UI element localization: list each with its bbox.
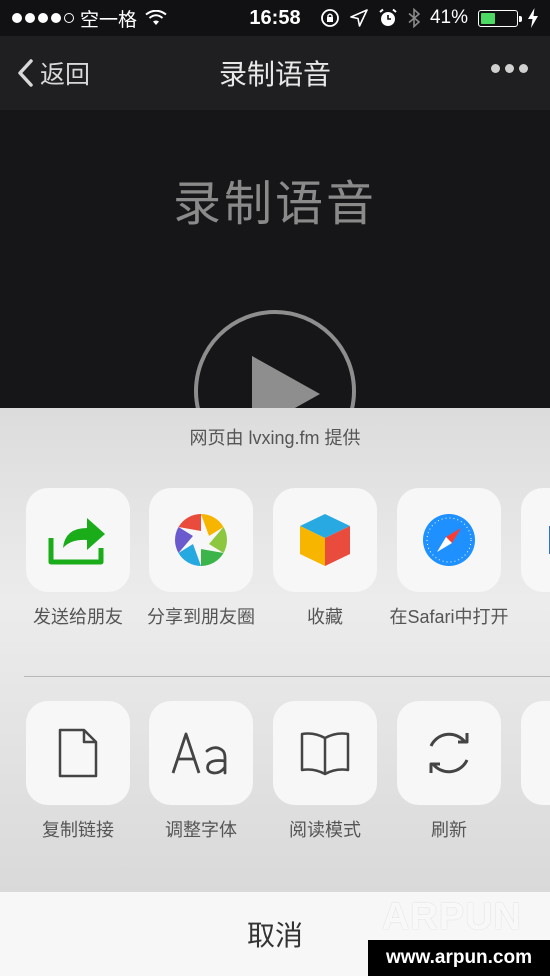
battery-level bbox=[481, 12, 495, 24]
open-in-safari-button[interactable]: 在Safari中打开 bbox=[389, 488, 509, 628]
battery-icon bbox=[478, 9, 522, 27]
navigation-bar: 返回 录制语音 bbox=[0, 36, 550, 110]
refresh-button[interactable]: 刷新 bbox=[397, 701, 501, 841]
action-label: 发送给朋友 bbox=[33, 607, 123, 627]
share-action-sheet: 网页由 lvxing.fm 提供 发送给朋友 分享到朋友圈 收藏 在Safari… bbox=[0, 408, 550, 892]
copy-link-button[interactable]: 复制链接 bbox=[26, 701, 130, 841]
alarm-clock-icon bbox=[379, 8, 397, 26]
watermark-url: www.arpun.com bbox=[368, 940, 550, 976]
action-label: 阅读模式 bbox=[289, 820, 361, 840]
play-icon bbox=[252, 356, 320, 410]
book-icon bbox=[300, 732, 350, 776]
action-label: 调整字体 bbox=[165, 820, 237, 840]
moments-icon bbox=[175, 514, 227, 566]
action-label: 在Safari中打开 bbox=[389, 607, 509, 627]
action-label: 收藏 bbox=[307, 607, 343, 627]
add-to-favorites-button[interactable]: 收藏 bbox=[273, 488, 377, 628]
refresh-icon bbox=[429, 732, 469, 774]
wifi-icon bbox=[145, 10, 167, 25]
sheet-caption: 网页由 lvxing.fm 提供 bbox=[189, 428, 361, 448]
section-divider bbox=[24, 676, 550, 677]
partial-tool-icon bbox=[545, 725, 550, 781]
secondary-actions-row: 复制链接 调整字体 阅读模式 刷新 bbox=[0, 701, 550, 881]
carrier-name: 空一格 bbox=[80, 9, 138, 31]
battery-percent: 41% bbox=[429, 7, 468, 28]
charging-bolt-icon bbox=[528, 8, 538, 28]
favorites-cube-icon bbox=[300, 514, 350, 566]
more-tool-option-button[interactable] bbox=[521, 701, 550, 805]
back-label: 返回 bbox=[40, 61, 91, 89]
orientation-lock-icon bbox=[321, 9, 339, 27]
more-share-option-button[interactable] bbox=[521, 488, 550, 592]
send-to-friend-button[interactable]: 发送给朋友 bbox=[26, 488, 130, 628]
webpage-content: 录制语音 bbox=[0, 110, 550, 410]
action-label: 复制链接 bbox=[42, 820, 114, 840]
share-to-moments-button[interactable]: 分享到朋友圈 bbox=[147, 488, 255, 628]
signal-strength-icon bbox=[12, 13, 74, 23]
play-button[interactable] bbox=[194, 310, 356, 410]
bluetooth-icon bbox=[408, 8, 420, 28]
status-bar: 空一格 16:58 41% bbox=[0, 0, 550, 36]
back-button[interactable]: 返回 bbox=[0, 55, 90, 91]
font-aa-icon bbox=[171, 732, 227, 775]
location-arrow-icon bbox=[350, 9, 368, 27]
action-label: 分享到朋友圈 bbox=[147, 607, 255, 627]
primary-actions-row: 发送给朋友 分享到朋友圈 收藏 在Safari中打开 bbox=[0, 488, 550, 668]
content-heading: 录制语音 bbox=[172, 178, 377, 231]
send-to-friend-icon bbox=[48, 518, 105, 565]
ellipsis-icon bbox=[491, 64, 500, 73]
action-label: 刷新 bbox=[431, 820, 467, 840]
chevron-left-icon bbox=[18, 59, 33, 87]
safari-compass-icon bbox=[423, 514, 475, 566]
document-icon bbox=[58, 728, 98, 778]
more-options-button[interactable] bbox=[487, 60, 532, 77]
adjust-font-button[interactable]: 调整字体 bbox=[149, 701, 253, 841]
partial-app-icon bbox=[549, 526, 550, 554]
reading-mode-button[interactable]: 阅读模式 bbox=[273, 701, 377, 841]
